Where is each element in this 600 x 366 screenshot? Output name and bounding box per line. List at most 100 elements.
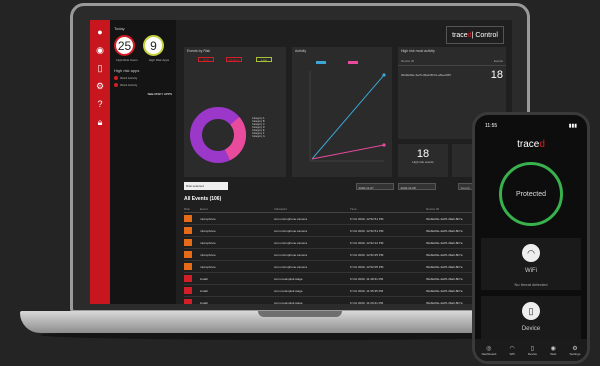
summary-panel: Today 25 9 High Risk Users High Risk App…: [110, 20, 176, 304]
signal-icon: ▮▮▮: [568, 123, 577, 129]
wifi-icon: ◠: [509, 345, 515, 352]
wifi-icon: ◠: [522, 244, 540, 262]
card-title: Events by Risk: [187, 49, 211, 53]
activity-line-chart: [309, 61, 386, 162]
tab-web[interactable]: ◉ Web: [550, 345, 556, 356]
indicator-cell: com.microphone.camera: [274, 216, 308, 221]
web-icon: ◉: [550, 345, 556, 352]
phone-logo: traced: [517, 139, 545, 150]
wifi-title: WiFi: [525, 268, 537, 274]
series-1-line: [311, 74, 385, 160]
filter-high-pill[interactable]: High: [198, 57, 214, 62]
table-row[interactable]: microphone com.microphone.camera 6 Oct 202…: [184, 213, 510, 225]
risk-level-icon: [184, 250, 192, 258]
tab-wifi[interactable]: ◠ Wifi: [509, 345, 514, 356]
risk-level-icon: [184, 262, 192, 270]
date-to-input[interactable]: 2020-11-08: [398, 183, 436, 190]
time-cell: 6 Oct 2020, 12:52:51 PM: [350, 216, 384, 221]
risk-level-icon: [184, 286, 192, 294]
indicator-cell: com.microphone.camera: [274, 240, 308, 245]
phone-status-bar: 11:55 ▮▮▮: [475, 115, 587, 129]
device-id: 00e8e00e-4ec5-49a3-8b7a-a5eec68f: [401, 73, 451, 77]
time-cell: 6 Oct 2020, 11:35:35 PM: [350, 288, 384, 293]
risky-app-item[interactable]: Word Activity: [114, 83, 172, 87]
event-cell: microphone: [200, 228, 216, 233]
table-row[interactable]: install com.rootexploit.stage 6 Oct 2020, …: [184, 285, 510, 297]
card-title: High risk most activity: [401, 49, 435, 53]
nav-rail: ● ◉ ▯ ⚙ ? 🔒︎: [90, 20, 110, 304]
table-row[interactable]: microphone com.microphone.camera 6 Oct 202…: [184, 249, 510, 261]
activity-card: Activity: [292, 47, 392, 177]
time-cell: 6 Oct 2020, 12:52:05 PM: [350, 264, 384, 269]
high-risk-users-label: High Risk Users: [116, 58, 138, 62]
laptop-notch: [258, 311, 342, 317]
time-cell: 6 Oct 2020, 12:52:51 PM: [350, 228, 384, 233]
protection-status: Protected: [516, 190, 546, 198]
table-row[interactable]: microphone com.microphone.camera 6 Oct 202…: [184, 225, 510, 237]
event-cell: microphone: [200, 216, 216, 221]
risky-app-item[interactable]: Word Activity: [114, 76, 172, 80]
risk-dot-icon: [114, 76, 118, 80]
dashboard-icon: ◎: [486, 345, 492, 352]
app-logo: trace d | Control: [446, 26, 504, 44]
table-row[interactable]: microphone com.microphone.camera 6 Oct 202…: [184, 237, 510, 249]
phone-icon[interactable]: ▯: [94, 62, 106, 74]
event-cell: install: [200, 288, 208, 293]
tab-settings[interactable]: ⚙ Settings: [570, 345, 581, 356]
col-device-header: Device ID: [401, 59, 415, 63]
indicator-cell: com.rootexploit.stage: [274, 276, 303, 281]
indicator-cell: com.microphone.camera: [274, 252, 308, 257]
indicator-cell: com.rootexploit.stage: [274, 288, 303, 293]
table-header: Risk Event Indicators Time Device ID: [184, 205, 510, 213]
table-row[interactable]: install com.rootexploit.stage 6 Oct 2020, …: [184, 297, 510, 304]
legend-series-2: [348, 61, 358, 64]
phone-time: 11:55: [485, 123, 498, 129]
high-risk-users-count[interactable]: 25: [114, 35, 135, 56]
time-cell: 6 Oct 2020, 11:48:31 PM: [350, 276, 384, 281]
tab-dashboard[interactable]: ◎ Dashboard: [482, 345, 497, 356]
time-cell: 6 Oct 2020, 12:52:25 PM: [350, 252, 384, 257]
high-risk-apps-label: High Risk Apps: [148, 58, 170, 62]
settings-icon: ⚙: [572, 345, 578, 352]
time-cell: 6 Oct 2020, 11:29:21 PM: [350, 300, 384, 305]
event-cell: microphone: [200, 264, 216, 269]
risk-level-icon: [184, 274, 192, 282]
high-risk-events-card[interactable]: 18 High risk events: [398, 144, 448, 177]
user-icon[interactable]: ●: [94, 26, 106, 38]
wifi-card[interactable]: ◠ WiFi No threat detected: [481, 238, 581, 290]
help-icon[interactable]: ?: [94, 98, 106, 110]
risky-app-label: Word Activity: [120, 76, 138, 80]
filter-medium-pill[interactable]: Medium: [226, 57, 242, 62]
table-row[interactable]: install com.rootexploit.stage 6 Oct 2020, …: [184, 273, 510, 285]
tab-device[interactable]: ▯ Device: [528, 345, 537, 356]
table-row[interactable]: microphone com.microphone.camera 6 Oct 202…: [184, 261, 510, 273]
top-device-row[interactable]: 00e8e00e-4ec5-49a3-8b7a-a5eec68f 18: [398, 66, 506, 84]
laptop-screen: ● ◉ ▯ ⚙ ? 🔒︎ Today 25 9 High Risk Users …: [90, 20, 512, 304]
filter-low-pill[interactable]: Low: [256, 57, 272, 62]
device-title: Device: [521, 326, 541, 332]
high-risk-events-count: 18: [416, 148, 430, 160]
see-risky-apps-link[interactable]: SEE RISKY APPS: [114, 92, 172, 96]
device-icon: ▯: [522, 302, 540, 320]
phone-tab-bar: ◎ Dashboard ◠ Wifi ▯ Device ◉ Web ⚙ Settings: [475, 339, 587, 361]
high-risk-apps-count[interactable]: 9: [143, 35, 164, 56]
protection-status-ring[interactable]: Protected: [499, 162, 563, 226]
gear-icon[interactable]: ⚙: [94, 80, 106, 92]
event-cell: install: [200, 300, 208, 305]
events-table: Risk Event Indicators Time Device ID mic…: [184, 205, 510, 304]
apps-title: High risk apps: [114, 68, 140, 73]
lock-icon[interactable]: 🔒︎: [94, 116, 106, 128]
event-cell: microphone: [200, 252, 216, 257]
events-title: All Events (106): [184, 196, 222, 202]
wifi-status: No threat detected: [514, 282, 548, 287]
date-from-input[interactable]: 2020-11-07: [356, 183, 394, 190]
donut-chart: [190, 107, 246, 163]
risk-level-icon: [184, 226, 192, 234]
risk-level-icon: [184, 214, 192, 222]
event-cell: microphone: [200, 240, 216, 245]
card-title: Activity: [295, 49, 307, 53]
risk-filter-select[interactable]: Risk selected: [184, 182, 228, 190]
dashboard-icon[interactable]: ◉: [94, 44, 106, 56]
high-risk-events-label: High risk events: [412, 160, 434, 164]
indicator-cell: com.rootexploit.stage: [274, 300, 303, 305]
